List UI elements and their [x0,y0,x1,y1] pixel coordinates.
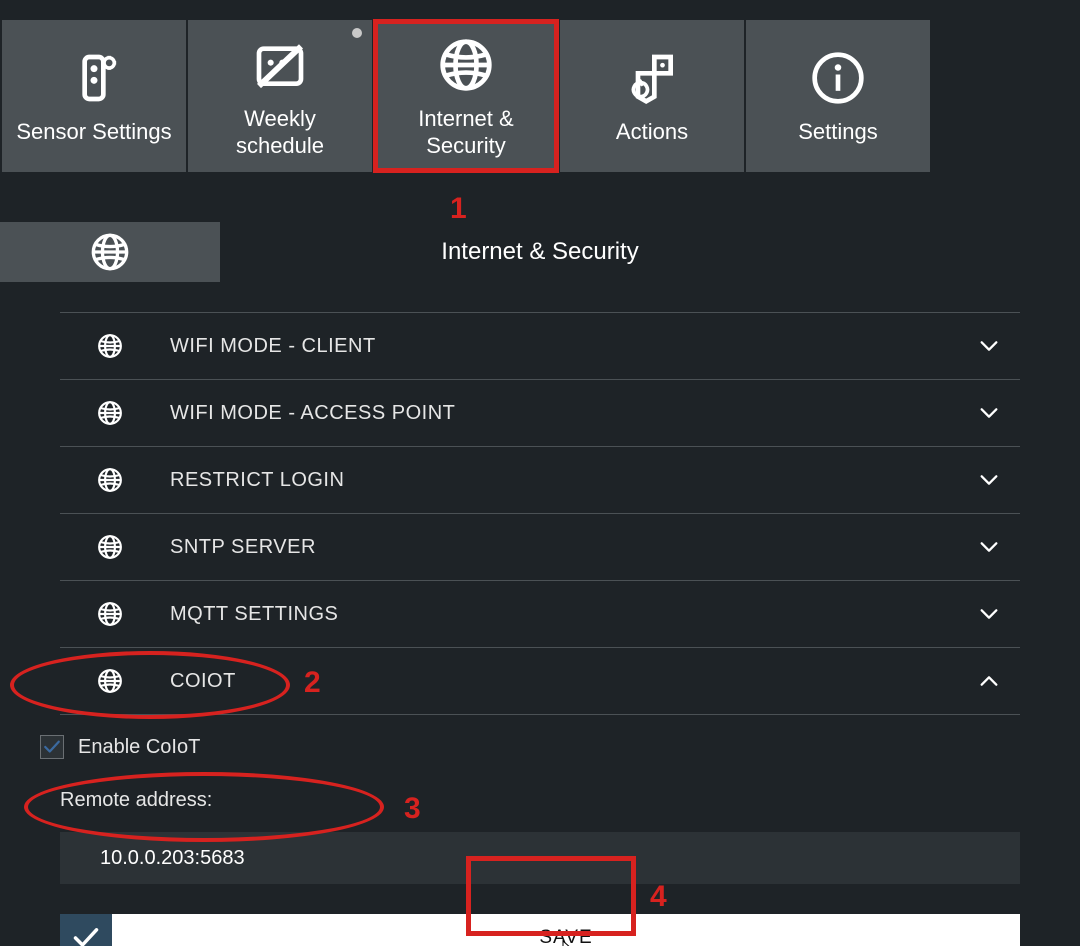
globe-icon [95,532,125,562]
acc-label: WIFI MODE - ACCESS POINT [170,402,978,425]
acc-label: RESTRICT LOGIN [170,469,978,492]
save-check-icon [60,914,112,946]
cursor-icon [560,940,576,946]
acc-label: COIOT [170,670,978,693]
section-title: Internet & Security [220,238,1080,266]
tab-internet-security[interactable]: Internet & Security [374,20,558,172]
enable-coiot-label: Enable CoIoT [78,736,200,759]
section-header: Internet & Security [0,222,1080,282]
remote-address-label: Remote address: [60,789,1080,812]
acc-wifi-ap[interactable]: WIFI MODE - ACCESS POINT [60,379,1020,446]
acc-label: WIFI MODE - CLIENT [170,335,978,358]
tab-label: Sensor Settings [16,118,171,146]
section-icon-tile [0,222,220,282]
actions-icon [624,46,680,110]
chevron-down-icon [978,603,1000,625]
globe-icon [438,33,494,97]
chevron-down-icon [978,469,1000,491]
enable-coiot-checkbox[interactable] [40,735,64,759]
acc-coiot[interactable]: COIOT [60,647,1020,715]
tab-sensor-settings[interactable]: Sensor Settings [2,20,186,172]
annotation-1: 1 [450,192,467,226]
remote-address-input[interactable] [60,832,1020,884]
chevron-down-icon [978,402,1000,424]
tab-label: Internet & Security [418,105,513,160]
tab-label: Weekly schedule [236,105,324,160]
acc-restrict-login[interactable]: RESTRICT LOGIN [60,446,1020,513]
globe-icon [95,666,125,696]
globe-icon [95,398,125,428]
acc-wifi-client[interactable]: WIFI MODE - CLIENT [60,312,1020,379]
tab-weekly-schedule[interactable]: Weekly schedule [188,20,372,172]
chevron-down-icon [978,335,1000,357]
tab-bar: Sensor Settings Weekly schedule Internet… [0,0,1080,172]
acc-label: MQTT SETTINGS [170,603,978,626]
accordion: WIFI MODE - CLIENT WIFI MODE - ACCESS PO… [0,312,1080,715]
globe-icon [95,599,125,629]
sensor-settings-icon [66,46,122,110]
acc-label: SNTP SERVER [170,536,978,559]
info-icon [810,46,866,110]
chevron-down-icon [978,536,1000,558]
globe-icon [95,331,125,361]
globe-icon [90,232,130,272]
save-row: SAVE [60,914,1020,946]
tab-settings[interactable]: Settings [746,20,930,172]
coiot-panel: Enable CoIoT Remote address: SAVE [0,715,1080,946]
acc-sntp[interactable]: SNTP SERVER [60,513,1020,580]
globe-icon [95,465,125,495]
enable-coiot-row: Enable CoIoT [40,735,1080,759]
save-button[interactable]: SAVE [112,914,1020,946]
tab-actions[interactable]: Actions [560,20,744,172]
tab-label: Settings [798,118,878,146]
chevron-up-icon [978,670,1000,692]
acc-mqtt[interactable]: MQTT SETTINGS [60,580,1020,647]
calendar-slash-icon [252,33,308,97]
notification-dot-icon [352,28,362,38]
tab-label: Actions [616,118,688,146]
